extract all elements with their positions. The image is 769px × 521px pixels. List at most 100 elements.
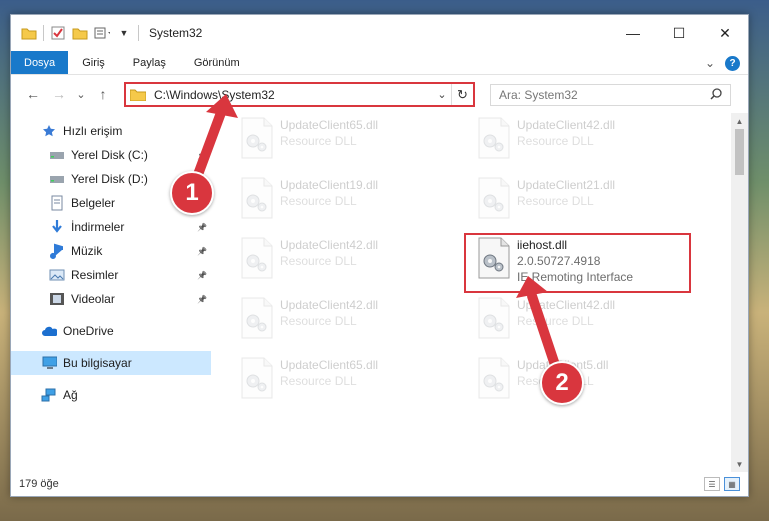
window-controls: — ☐ ✕ <box>610 15 748 51</box>
scroll-down-icon[interactable]: ▼ <box>731 456 748 472</box>
file-tile[interactable]: UpdateClient42.dll Resource DLL <box>236 233 466 293</box>
search-icon <box>710 87 722 103</box>
search-box[interactable]: Ara: System32 <box>490 84 731 106</box>
file-meta: iiehost.dll 2.0.50727.4918 IE Remoting Int… <box>517 233 633 293</box>
file-tile[interactable]: UpdateClient19.dll Resource DLL <box>236 173 466 233</box>
ribbon-expand-icon[interactable]: ⌄ <box>705 56 715 70</box>
sidebar-item-7[interactable]: Videolar 📌 <box>11 287 211 311</box>
pin-icon[interactable]: 📌 <box>197 151 207 160</box>
sidebar-item-6[interactable]: Resimler 📌 <box>11 263 211 287</box>
file-tile[interactable]: UpdateClient42.dll Resource DLL <box>473 293 703 353</box>
file-tile[interactable]: UpdateClient42.dll Resource DLL <box>473 113 703 173</box>
sidebar-item-10[interactable]: Ağ <box>11 383 211 407</box>
tab-view[interactable]: Görünüm <box>180 51 254 74</box>
file-name: UpdateClient5.dll <box>517 358 609 372</box>
sidebar-item-1[interactable]: Yerel Disk (C:) 📌 <box>11 143 211 167</box>
pin-icon[interactable]: 📌 <box>197 247 207 256</box>
sidebar-item-2[interactable]: Yerel Disk (D:) 📌 <box>11 167 211 191</box>
main-content: Hızlı erişim Yerel Disk (C:) 📌 Yerel Disk (… <box>11 113 748 472</box>
file-tile[interactable]: UpdateClient5.dll Resource DLL <box>473 353 703 413</box>
refresh-button[interactable]: ↻ <box>451 84 473 105</box>
sidebar-item-5[interactable]: Müzik 📌 <box>11 239 211 263</box>
sidebar-item-label: OneDrive <box>63 324 114 338</box>
close-button[interactable]: ✕ <box>702 15 748 51</box>
dll-file-icon <box>240 177 274 219</box>
file-tile[interactable]: iiehost.dll 2.0.50727.4918 IE Remoting Int… <box>473 233 703 293</box>
sidebar-item-label: Hızlı erişim <box>63 124 123 138</box>
file-type: Resource DLL <box>517 134 594 148</box>
file-meta: UpdateClient65.dll Resource DLL <box>280 113 378 173</box>
sidebar-item-3[interactable]: Belgeler 📌 <box>11 191 211 215</box>
ribbon-right: ⌄ ? <box>705 51 740 75</box>
item-count: 179 öğe <box>19 478 59 490</box>
file-tile[interactable]: UpdateClient21.dll Resource DLL <box>473 173 703 233</box>
sidebar-item-label: Yerel Disk (C:) <box>71 148 148 162</box>
file-meta: UpdateClient5.dll Resource DLL <box>517 353 608 413</box>
window-title: System32 <box>149 26 203 40</box>
scrollbar-thumb[interactable] <box>735 129 744 175</box>
sidebar-item-label: Videolar <box>71 292 115 306</box>
sidebar-item-label: Ağ <box>63 388 78 402</box>
maximize-button[interactable]: ☐ <box>656 15 702 51</box>
properties-icon[interactable] <box>50 25 66 41</box>
ribbon-tabs: Dosya Giriş Paylaş Görünüm ⌄ ? <box>11 51 748 75</box>
pin-icon[interactable]: 📌 <box>197 271 207 280</box>
sidebar-item-label: Müzik <box>71 244 103 258</box>
dll-file-icon <box>240 357 274 399</box>
file-name: UpdateClient42.dll <box>517 118 616 132</box>
quick-access-toolbar: ▼ <box>11 15 139 51</box>
sidebar-item-4[interactable]: İndirmeler 📌 <box>11 215 211 239</box>
up-button[interactable]: ↑ <box>93 84 113 104</box>
address-dropdown-icon[interactable]: ⌄ <box>433 88 451 101</box>
address-path[interactable]: C:\Windows\System32 <box>154 88 433 102</box>
toolbar-divider <box>43 25 44 41</box>
music-icon <box>49 243 65 259</box>
file-list: UpdateClient65.dll Resource DLL UpdateClie… <box>211 113 748 472</box>
file-meta: UpdateClient42.dll Resource DLL <box>280 293 378 353</box>
file-meta: UpdateClient65.dll Resource DLL <box>280 353 378 413</box>
explorer-window: ▼ System32 — ☐ ✕ Dosya Giriş Paylaş Görü… <box>10 14 749 497</box>
cloud-icon <box>41 323 57 339</box>
file-type: Resource DLL <box>280 194 357 208</box>
file-type: Resource DLL <box>280 254 357 268</box>
file-version: 2.0.50727.4918 <box>517 254 601 268</box>
sidebar-item-0[interactable]: Hızlı erişim <box>11 119 211 143</box>
sidebar-item-9[interactable]: Bu bilgisayar <box>11 351 211 375</box>
vertical-scrollbar[interactable]: ▲ ▼ <box>731 113 748 472</box>
tab-file[interactable]: Dosya <box>11 51 69 74</box>
forward-button[interactable]: → <box>49 84 69 104</box>
file-tile[interactable]: UpdateClient65.dll Resource DLL <box>236 113 466 173</box>
dll-file-icon <box>240 117 274 159</box>
drive-icon <box>49 147 65 163</box>
tab-home[interactable]: Giriş <box>68 51 119 74</box>
help-icon[interactable]: ? <box>725 55 740 71</box>
recent-locations-button[interactable]: ⌄ <box>75 84 87 104</box>
file-type: Resource DLL <box>517 314 594 328</box>
dropdown-arrow-icon[interactable]: ▼ <box>116 25 132 41</box>
minimize-button[interactable]: — <box>610 15 656 51</box>
sidebar-item-8[interactable]: OneDrive <box>11 319 211 343</box>
file-tile[interactable]: UpdateClient65.dll Resource DLL <box>236 353 466 413</box>
pin-icon[interactable]: 📌 <box>197 223 207 232</box>
file-type: Resource DLL <box>517 374 594 388</box>
file-meta: UpdateClient42.dll Resource DLL <box>517 293 615 353</box>
tiles-view-button[interactable]: ▦ <box>724 477 740 491</box>
new-folder-icon[interactable] <box>72 25 88 41</box>
scroll-up-icon[interactable]: ▲ <box>731 113 748 129</box>
pin-icon[interactable]: 📌 <box>197 295 207 304</box>
search-input[interactable]: Ara: System32 <box>499 88 710 102</box>
dll-file-icon <box>477 177 511 219</box>
file-name: UpdateClient65.dll <box>280 118 379 132</box>
tab-share[interactable]: Paylaş <box>119 51 180 74</box>
address-bar[interactable]: C:\Windows\System32 ⌄ ↻ <box>124 82 475 107</box>
file-tile[interactable]: UpdateClient42.dll Resource DLL <box>236 293 466 353</box>
details-view-button[interactable]: ☰ <box>704 477 720 491</box>
dll-file-icon <box>477 297 511 339</box>
dll-file-icon <box>477 357 511 399</box>
file-name: UpdateClient42.dll <box>517 298 616 312</box>
customize-toolbar-icon[interactable] <box>94 25 110 41</box>
back-button[interactable]: ← <box>23 84 43 104</box>
pin-icon[interactable]: 📌 <box>197 175 207 184</box>
pin-icon[interactable]: 📌 <box>197 199 207 208</box>
